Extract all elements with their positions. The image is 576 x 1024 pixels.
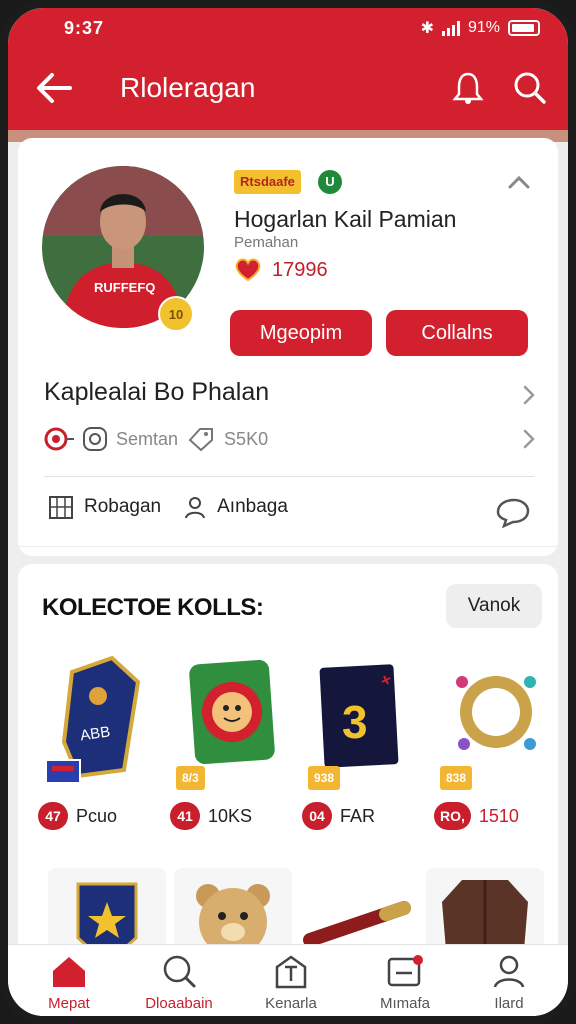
item-label: Pcuo bbox=[76, 805, 118, 826]
nav-home[interactable]: Mepat bbox=[14, 953, 124, 1016]
player-name: Hogarlan Kail Pamian bbox=[234, 206, 457, 232]
comment-icon[interactable] bbox=[494, 496, 532, 528]
search-icon bbox=[163, 955, 196, 988]
likes-counter: 17996 bbox=[234, 258, 328, 282]
page-title: Rloleragan bbox=[120, 72, 256, 103]
svg-text:3: 3 bbox=[342, 696, 368, 748]
nav-label: Mepat bbox=[48, 995, 90, 1012]
collection-item[interactable]: 3 938 04 FAR bbox=[302, 652, 426, 832]
battery-icon bbox=[508, 20, 540, 36]
svg-text:RUFFEFQ: RUFFEFQ bbox=[94, 280, 155, 295]
person-icon bbox=[185, 497, 206, 519]
divider bbox=[18, 546, 558, 547]
nav-profile[interactable]: Ilard bbox=[454, 953, 564, 1016]
bottom-nav: Mepat Dloaabain Kenarla Mımafa Ilard bbox=[8, 944, 568, 1016]
item-count-pill: 47 bbox=[38, 802, 68, 830]
primary-action-button[interactable]: Mgeopim bbox=[230, 310, 372, 356]
item-price-badge: 938 bbox=[308, 766, 341, 790]
item-label: 1510 bbox=[478, 805, 519, 826]
heart-icon bbox=[235, 258, 261, 282]
header-row: Rloleragan bbox=[8, 60, 568, 116]
jersey-card-image: 3 bbox=[319, 664, 399, 768]
meta-club[interactable]: Robagan bbox=[84, 496, 161, 518]
collection-item[interactable]: 838 RO, 1510 bbox=[434, 652, 558, 832]
view-all-button[interactable]: Vanok bbox=[446, 584, 542, 628]
nav-label: Dloaabain bbox=[145, 995, 213, 1012]
chevron-right-icon[interactable] bbox=[522, 428, 536, 450]
hammer-icon bbox=[275, 955, 307, 989]
item-count-pill: RO, bbox=[434, 802, 471, 830]
search-icon[interactable] bbox=[512, 70, 548, 106]
item-count-pill: 04 bbox=[302, 802, 332, 830]
message-icon bbox=[387, 955, 423, 987]
item-price-badge: 838 bbox=[440, 766, 473, 790]
user-icon bbox=[493, 955, 525, 988]
item-footer: RO, 1510 bbox=[434, 802, 519, 830]
nav-tools[interactable]: Kenarla bbox=[236, 953, 346, 1016]
divider bbox=[44, 476, 534, 477]
meta-row: Robagan Aınbaga bbox=[48, 494, 288, 520]
bluetooth-icon: ✱ bbox=[420, 20, 434, 37]
bell-icon[interactable] bbox=[450, 70, 486, 106]
status-time: 9:37 bbox=[64, 18, 105, 38]
ring-item-image bbox=[456, 676, 536, 750]
tag-icon bbox=[188, 428, 214, 452]
nav-label: Kenarla bbox=[265, 995, 317, 1012]
status-bar: 9:37 ✱ 91% bbox=[8, 8, 568, 48]
stats-row: Semtan S5K0 bbox=[44, 426, 268, 452]
building-icon bbox=[49, 496, 73, 519]
status-icons: ✱ 91% bbox=[421, 18, 540, 38]
section-title[interactable]: Kaplealai Bo Phalan bbox=[44, 378, 269, 407]
instagram-icon[interactable] bbox=[82, 426, 108, 452]
profile-card: RUFFEFQ 10 Rtsdaafe U Hogarlan Kail Pami… bbox=[18, 138, 558, 556]
avatar-badge: 10 bbox=[158, 296, 194, 332]
collection-item[interactable]: 8/3 41 10KS bbox=[170, 652, 294, 832]
item-price-badge: 8/3 bbox=[176, 766, 205, 790]
rank-tag: Rtsdaafe bbox=[234, 170, 301, 194]
item-footer: 04 FAR bbox=[302, 802, 375, 830]
item-label: 10KS bbox=[208, 805, 253, 826]
app-header: 9:37 ✱ 91% Rloleragan bbox=[8, 8, 568, 130]
item-count-pill: 41 bbox=[170, 802, 200, 830]
nav-label: Mımafa bbox=[379, 995, 430, 1012]
stat-value: S5K0 bbox=[224, 428, 269, 449]
meta-person[interactable]: Aınbaga bbox=[217, 496, 288, 518]
shield-item-image: ABB bbox=[45, 655, 141, 782]
arrow-left-icon[interactable] bbox=[34, 70, 74, 106]
collection-item[interactable]: ABB 47 Pcuo bbox=[38, 652, 162, 832]
item-footer: 47 Pcuo bbox=[38, 802, 117, 830]
mascot-card-image bbox=[189, 660, 275, 764]
item-footer: 41 10KS bbox=[170, 802, 252, 830]
nav-label: Ilard bbox=[494, 995, 524, 1012]
chevron-up-icon[interactable] bbox=[506, 172, 532, 192]
likes-value: 17996 bbox=[272, 258, 328, 281]
chevron-right-icon[interactable] bbox=[522, 384, 536, 406]
target-icon bbox=[44, 427, 74, 451]
collections-button[interactable]: Collalns bbox=[386, 310, 528, 356]
battery-percent: 91% bbox=[467, 19, 500, 36]
player-subtitle: Pemahan bbox=[234, 234, 299, 251]
signal-icon bbox=[441, 20, 460, 36]
item-label: FAR bbox=[340, 805, 376, 826]
verified-badge: U bbox=[318, 170, 342, 194]
nav-search[interactable]: Dloaabain bbox=[124, 953, 234, 1016]
home-icon bbox=[53, 957, 85, 987]
stat-label: Semtan bbox=[116, 428, 179, 449]
nav-messages[interactable]: Mımafa bbox=[350, 953, 460, 1016]
phone-frame: 9:37 ✱ 91% Rloleragan RUFFEFQ 10 Rtsdaaf… bbox=[0, 0, 576, 1024]
collection-title: KOLECTOE KOLLS: bbox=[42, 594, 264, 621]
